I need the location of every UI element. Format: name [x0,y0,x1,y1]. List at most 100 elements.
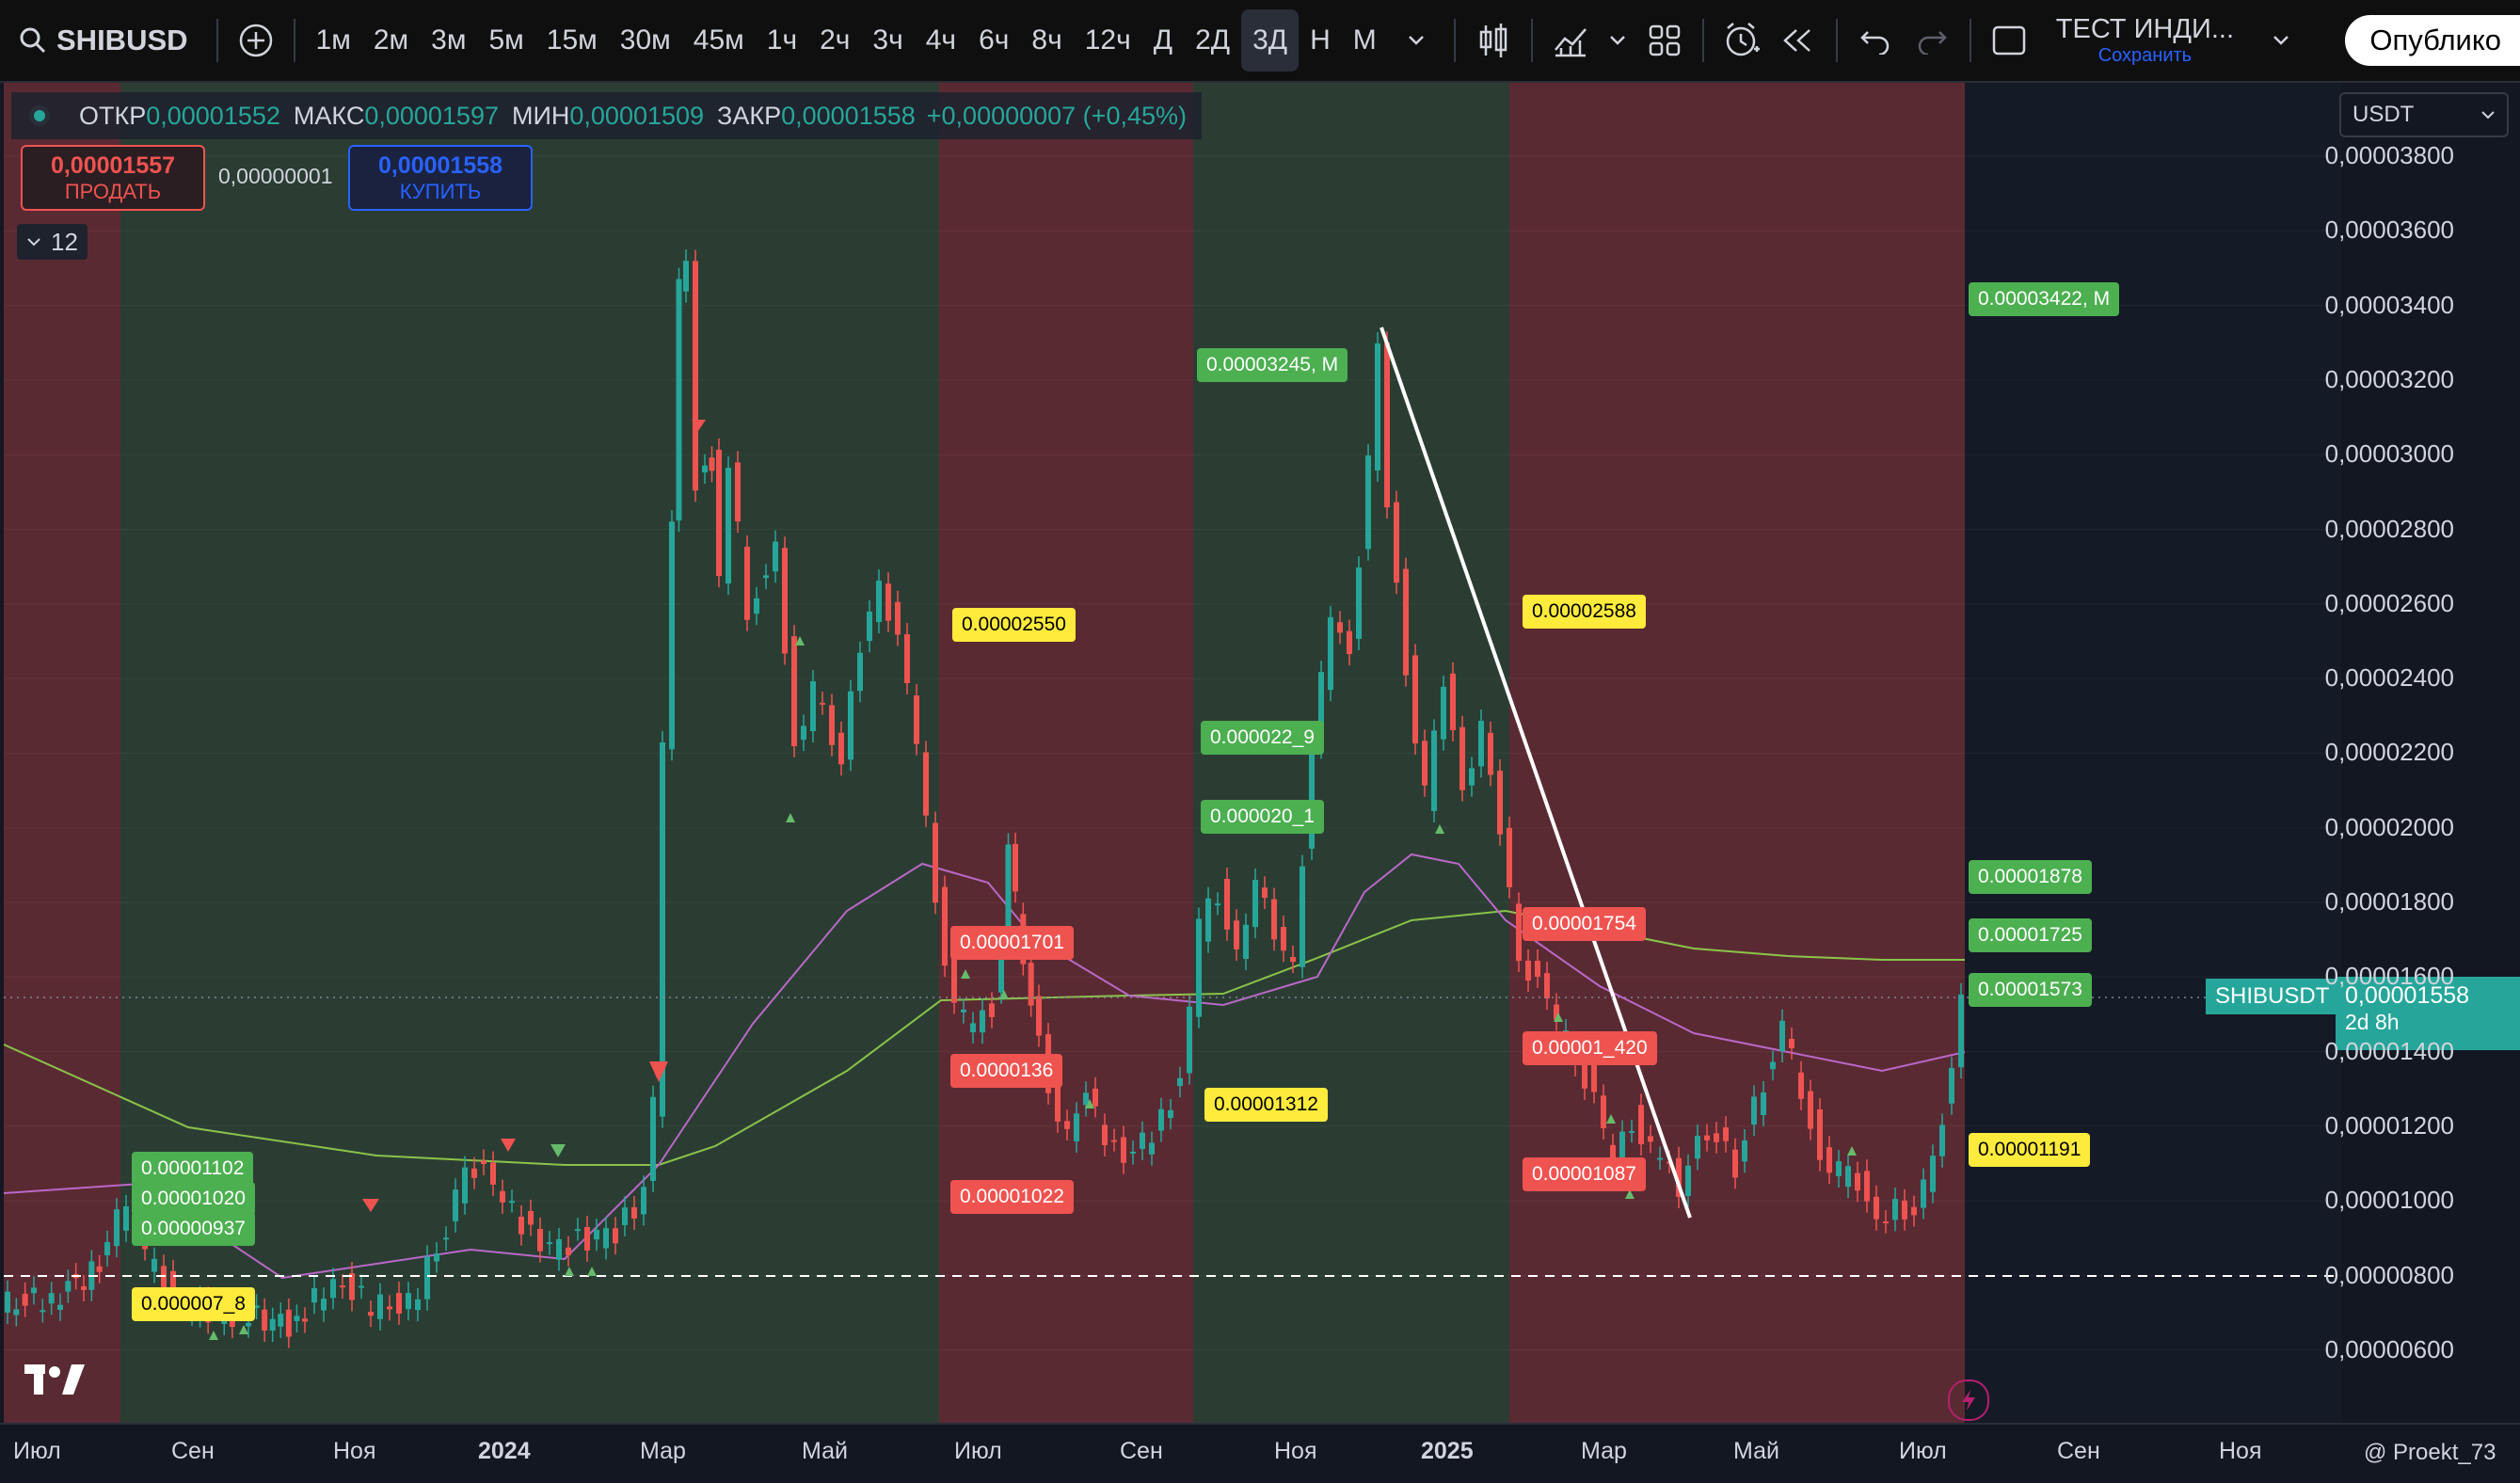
divider [215,19,218,62]
price-axis-label: 0,00001200 [2324,1110,2454,1140]
symbol-search[interactable]: SHIBUSD [0,0,207,81]
timeframe-8h[interactable]: 8ч [1020,9,1073,72]
plus-circle-icon [239,24,272,57]
alert-button[interactable] [1714,9,1770,72]
timeframe-2d[interactable]: 2Д [1184,9,1241,72]
price-axis-label: 0,00003400 [2324,290,2454,319]
candle-body [829,705,835,745]
indicators-button[interactable] [1542,9,1599,72]
sell-button[interactable]: 0,00001557 ПРОДАТЬ [21,145,205,211]
layout-name[interactable]: ТЕСТ ИНДИ... Сохранить [2056,14,2234,67]
redo-button[interactable] [1904,9,1960,72]
publish-button[interactable]: Опублико [2345,15,2520,66]
timeframe-45m[interactable]: 45м [682,9,756,72]
candle-body [980,1010,985,1033]
timeframe-2m[interactable]: 2м [362,9,420,72]
candle-body [1892,1199,1898,1220]
candle-body [848,691,853,760]
lightning-button[interactable] [1948,1379,1989,1421]
time-axis-label: Мар [640,1438,686,1464]
candle-body [1055,1082,1061,1122]
candle-body [1431,730,1437,811]
sell-label: ПРОДАТЬ [64,179,162,203]
price-axis-label: 0,00002200 [2324,738,2454,767]
candle-body [387,1306,392,1310]
timeframe-12h[interactable]: 12ч [1074,9,1142,72]
high-value: 0,00001597 [364,101,499,130]
candle-body [500,1190,505,1203]
save-layout-link[interactable]: Сохранить [2098,45,2192,67]
chart-type-button[interactable] [1465,9,1522,72]
time-axis[interactable] [0,1423,2520,1483]
candle-body [1158,1108,1164,1131]
layout-dropdown[interactable] [2253,9,2309,72]
timeframe-1d[interactable]: Д [1142,9,1184,72]
timeframe-3d[interactable]: 3Д [1241,9,1300,72]
currency-select[interactable]: USDT [2339,92,2509,137]
candle-body [462,1167,468,1204]
candle-body [1252,879,1258,928]
price-tag: 0.00001878 [1969,860,2092,894]
timeframe-1w[interactable]: Н [1299,9,1342,72]
timeframe-1mo[interactable]: М [1342,9,1388,72]
candle-body [1723,1127,1729,1141]
layout-select-button[interactable] [1981,9,2037,72]
candle-body [735,462,741,522]
templates-button[interactable] [1636,9,1693,72]
buy-button[interactable]: 0,00001558 КУПИТЬ [348,145,533,211]
candle-body [490,1162,496,1185]
candle-body [961,1009,966,1013]
timeframe-5m[interactable]: 5м [477,9,534,72]
timeframe-1m[interactable]: 1м [305,9,362,72]
timeframe-3h[interactable]: 3ч [861,9,914,72]
compare-symbol-button[interactable] [228,9,284,72]
candle-body [584,1227,590,1251]
candle-body [702,465,708,473]
timeframe-15m[interactable]: 15м [535,9,609,72]
chart-pane[interactable]: 0.00003422, М 0.00003245, М 0.00002550 0… [0,83,2520,1423]
indicators-dropdown[interactable] [1599,9,1636,72]
candle-body [481,1160,486,1164]
indicators-count: 12 [51,227,78,256]
candle-body [1356,567,1362,639]
time-axis-label: Июл [1899,1438,1947,1464]
timeframe-1h[interactable]: 1ч [756,9,808,72]
ohlc-legend: ОТКР 0,00001552 МАКС 0,00001597 МИН 0,00001… [11,92,1202,139]
candle-body [575,1229,581,1232]
square-icon [1992,25,2026,56]
timeframe-dropdown[interactable] [1388,9,1444,72]
price-axis-label: 0,00002600 [2324,588,2454,617]
timeframe-2h[interactable]: 2ч [808,9,861,72]
candle-body [641,1187,646,1215]
candle-body [885,583,891,621]
price-tag: 0.00001022 [950,1180,1074,1214]
candle-body [330,1279,336,1299]
timeframe-30m[interactable]: 30м [609,9,682,72]
timeframe-4h[interactable]: 4ч [915,9,967,72]
undo-button[interactable] [1847,9,1904,72]
time-axis-label: Сен [2057,1438,2100,1464]
candle-body [1271,899,1277,940]
candle-body [782,548,788,654]
candle-body [1130,1151,1136,1154]
chevron-down-icon [1408,36,1424,45]
timeframe-3m[interactable]: 3м [420,9,477,72]
candle-body [1149,1142,1155,1155]
timeframe-6h[interactable]: 6ч [967,9,1020,72]
candle-body [1140,1132,1145,1149]
candle-body [81,1285,87,1290]
tradingview-logo[interactable] [24,1363,87,1401]
indicators-toggle[interactable]: 12 [17,224,88,260]
time-axis-label: Ноя [333,1438,376,1464]
candle-body [1384,343,1390,508]
candle-body [1177,1077,1183,1087]
candle-body [650,1096,656,1182]
candle-body [1215,903,1220,906]
candle-body [1883,1221,1889,1224]
candle-body [989,1003,995,1017]
candle-body [1497,771,1503,835]
price-tag: 0.00002588 [1523,595,1646,629]
visibility-dot-icon[interactable] [26,103,53,129]
replay-button[interactable] [1770,9,1826,72]
candle-body [1789,1038,1794,1049]
